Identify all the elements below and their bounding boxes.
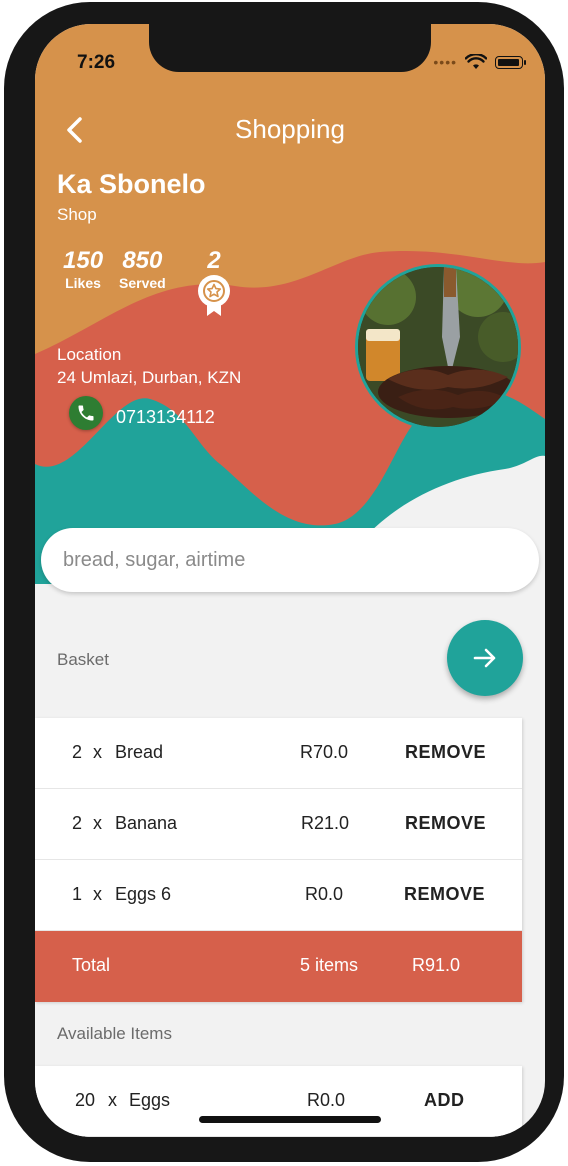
location-value: 24 Umlazi, Durban, KZN xyxy=(57,368,242,387)
basket-card: 2 x Bread R70.0 REMOVE 2 x Banana R21.0 … xyxy=(35,718,522,1002)
shop-name: Ka Sbonelo xyxy=(57,169,206,199)
call-button[interactable] xyxy=(69,396,103,430)
cellular-dots-icon: •••• xyxy=(433,54,457,70)
search-input[interactable]: bread, sugar, airtime xyxy=(41,528,539,592)
arrow-right-icon xyxy=(473,648,496,668)
shop-photo-image xyxy=(358,267,518,427)
item-name: Eggs 6 xyxy=(115,884,172,904)
phone-number[interactable]: 0713134112 xyxy=(116,407,215,428)
battery-icon xyxy=(495,55,526,69)
device-notch xyxy=(149,24,431,72)
page-title: Shopping xyxy=(235,114,345,144)
stat-likes-value: 150 xyxy=(63,247,104,274)
remove-button[interactable]: REMOVE xyxy=(405,813,486,834)
item-price: R0.0 xyxy=(305,884,344,904)
home-indicator[interactable] xyxy=(199,1116,381,1123)
item-qty: 20 xyxy=(75,1090,96,1110)
remove-button[interactable]: REMOVE xyxy=(405,742,486,763)
phone-frame: 7:26 •••• Shopping Ka Sbonelo Shop 150 L… xyxy=(4,2,564,1162)
phone-icon xyxy=(78,405,94,421)
stat-awards-value: 2 xyxy=(207,247,221,274)
available-items-label: Available Items xyxy=(57,1024,172,1043)
wifi-icon xyxy=(465,54,487,69)
item-price: R70.0 xyxy=(300,742,349,762)
remove-button[interactable]: REMOVE xyxy=(404,884,485,905)
available-row: 20 x Eggs R0.0 ADD xyxy=(35,1066,522,1137)
item-times: x xyxy=(108,1090,117,1110)
item-times: x xyxy=(93,742,102,762)
stat-served-value: 850 xyxy=(122,247,163,274)
award-badge-icon xyxy=(198,275,230,316)
app-screen: 7:26 •••• Shopping Ka Sbonelo Shop 150 L… xyxy=(35,24,545,1137)
status-icons: •••• xyxy=(433,54,526,70)
item-name: Banana xyxy=(115,813,178,833)
location-label: Location xyxy=(57,345,122,364)
item-name: Eggs xyxy=(129,1090,171,1110)
item-name: Bread xyxy=(115,742,164,762)
basket-row: 2 x Banana R21.0 REMOVE xyxy=(35,789,522,860)
stat-likes-label: Likes xyxy=(65,275,101,291)
total-label: Total xyxy=(72,955,111,975)
stat-awards: 2 xyxy=(197,248,231,323)
stat-likes: 150 Likes xyxy=(63,248,103,292)
stat-served: 850 Served xyxy=(119,248,166,292)
add-button[interactable]: ADD xyxy=(424,1090,465,1111)
basket-row: 2 x Bread R70.0 REMOVE xyxy=(35,718,522,789)
item-times: x xyxy=(93,884,102,904)
checkout-button[interactable] xyxy=(447,620,523,696)
item-price: R0.0 xyxy=(307,1090,346,1110)
shop-type: Shop xyxy=(57,205,97,224)
basket-row: 1 x Eggs 6 R0.0 REMOVE xyxy=(35,860,522,931)
basket-label: Basket xyxy=(57,650,109,669)
total-amount: R91.0 xyxy=(412,955,461,975)
item-price: R21.0 xyxy=(301,813,350,833)
total-count: 5 items xyxy=(300,955,359,975)
item-qty: 2 xyxy=(72,742,83,762)
shop-photo xyxy=(355,264,521,430)
status-time: 7:26 xyxy=(77,52,116,73)
basket-total-row: Total 5 items R91.0 xyxy=(35,931,522,1002)
stat-served-label: Served xyxy=(119,275,166,291)
available-card: 20 x Eggs R0.0 ADD xyxy=(35,1066,522,1137)
item-qty: 1 xyxy=(72,884,83,904)
item-qty: 2 xyxy=(72,813,83,833)
item-times: x xyxy=(93,813,102,833)
